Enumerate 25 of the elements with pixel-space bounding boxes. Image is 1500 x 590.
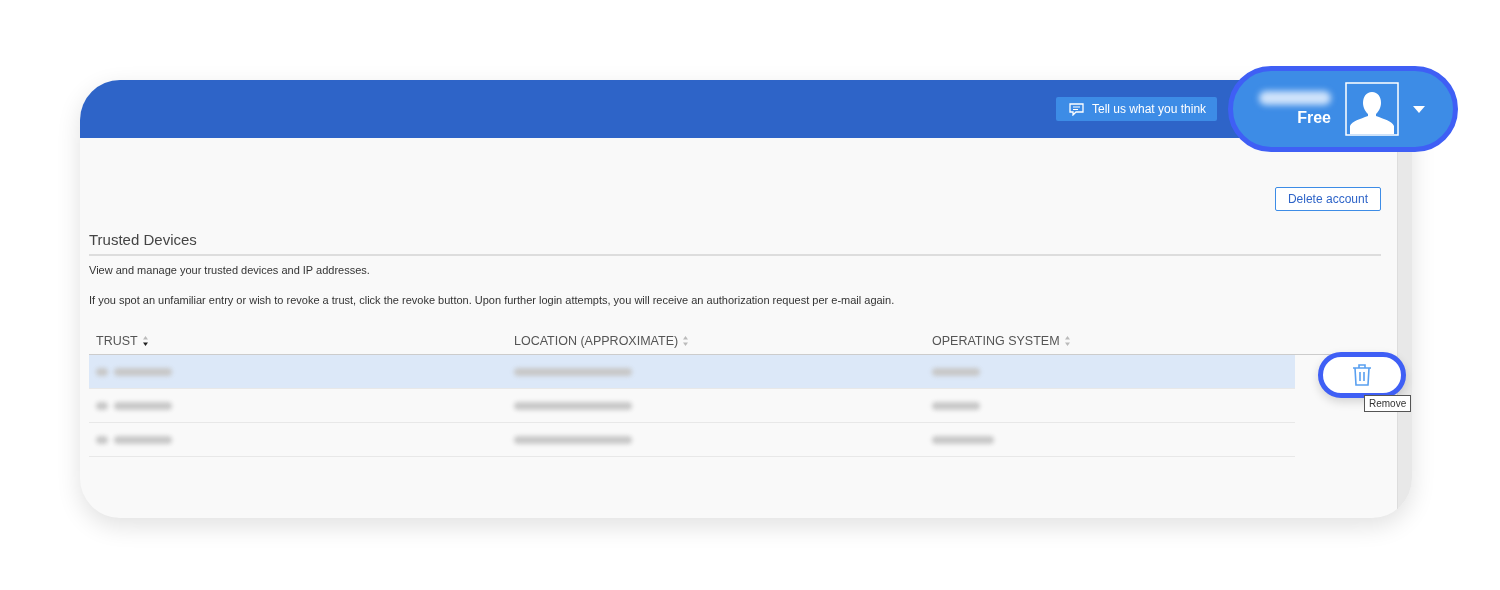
redacted-icon xyxy=(96,401,108,410)
redacted-username xyxy=(1259,91,1331,105)
redacted-text xyxy=(932,435,994,444)
redacted-icon xyxy=(96,367,108,376)
feedback-icon xyxy=(1069,102,1085,116)
column-header[interactable]: LOCATION (APPROXIMATE) xyxy=(514,334,679,348)
redacted-text xyxy=(932,367,980,376)
note-text: If you spot an unfamiliar entry or wish to revoke a trust, click the revoke button. Upon further login attempts, you will receive an authorization request per e-mail again. xyxy=(89,294,896,306)
redacted-text xyxy=(932,401,980,410)
plan-label: Free xyxy=(1297,109,1331,127)
caret-icon[interactable] xyxy=(1413,105,1425,113)
redacted-text xyxy=(114,367,172,376)
section-title: Trusted Devices xyxy=(89,231,1381,256)
redacted-text xyxy=(114,435,172,444)
redacted-icon xyxy=(96,435,108,444)
table-row[interactable] xyxy=(89,355,1295,389)
tooltip: Remove xyxy=(1364,395,1412,412)
avatar-icon xyxy=(1345,82,1399,136)
redacted-text xyxy=(114,401,172,410)
trash-icon xyxy=(1352,363,1372,387)
intro-text: View and manage your trusted devices and IP addresses. xyxy=(89,264,371,276)
column-header[interactable]: TRUST xyxy=(96,334,138,348)
delete-account-button[interactable]: Delete account xyxy=(1274,187,1381,211)
sort-icon[interactable] xyxy=(141,335,149,347)
column-header[interactable]: OPERATING SYSTEM xyxy=(932,334,1060,348)
